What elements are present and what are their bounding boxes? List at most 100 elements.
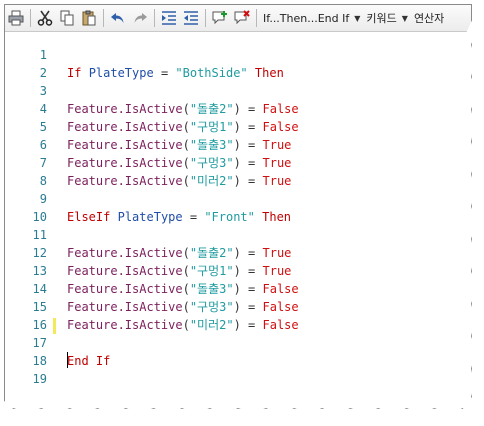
code-text: Feature.IsActive("구멍1") = True — [67, 262, 291, 280]
line-number: 10 — [32, 210, 47, 224]
code-token: ( — [182, 264, 190, 278]
line-number: 18 — [32, 354, 47, 368]
remove-comment-icon — [234, 10, 250, 25]
toolbar-separator — [103, 9, 104, 27]
cut-icon — [37, 10, 53, 26]
line-number: 8 — [39, 174, 47, 188]
code-line[interactable]: 17 — [5, 334, 471, 352]
code-token: ( — [182, 318, 190, 332]
snippet-dropdown-label: If...Then...End If — [263, 11, 350, 25]
code-token: False — [262, 318, 299, 332]
code-line[interactable]: 12 Feature.IsActive("돌출2") = True — [5, 244, 471, 262]
code-text: If PlateType = "BothSide" Then — [67, 64, 284, 82]
code-token: ) = — [233, 156, 263, 170]
print-button[interactable] — [5, 7, 27, 29]
code-line[interactable]: 2 If PlateType = "BothSide" Then — [5, 64, 471, 82]
line-number: 4 — [39, 102, 47, 116]
redo-button[interactable] — [129, 7, 151, 29]
print-icon — [8, 10, 24, 26]
code-text: Feature.IsActive("미러2") = False — [67, 316, 299, 334]
indent-button[interactable] — [158, 7, 180, 29]
rule-editor-window: If...Then...End If ▼ 키워드 ▼ 연산자 1 2 If Plat… — [4, 4, 472, 409]
line-number: 7 — [39, 156, 47, 170]
undo-icon — [111, 13, 124, 23]
code-token: End If — [67, 354, 111, 368]
code-editor[interactable]: 1 2 If PlateType = "BothSide" Then 3 4 Featur… — [5, 32, 471, 408]
line-number: 19 — [32, 372, 47, 386]
operator-dropdown-label: 연산자 — [413, 12, 445, 25]
code-token: PlateType — [117, 210, 183, 224]
code-token: ( — [182, 282, 190, 296]
redo-icon — [134, 13, 147, 23]
copy-button[interactable] — [56, 7, 78, 29]
code-text: Feature.IsActive("돌출2") = True — [67, 244, 291, 262]
code-token: "미러2" — [189, 174, 234, 188]
code-line[interactable]: 8 Feature.IsActive("미러2") = True — [5, 172, 471, 190]
line-number: 15 — [32, 300, 47, 314]
code-line[interactable]: 18 End If — [5, 352, 471, 370]
outdent-button[interactable] — [180, 7, 202, 29]
code-token: "미러2" — [189, 318, 234, 332]
code-token: ) = — [233, 246, 263, 260]
keyword-dropdown[interactable]: 키워드 ▼ — [363, 10, 411, 26]
code-text: Feature.IsActive("돌출2") = False — [67, 100, 299, 118]
code-token: PlateType — [88, 66, 154, 80]
code-line[interactable]: 13 Feature.IsActive("구멍1") = True — [5, 262, 471, 280]
code-token: Feature.IsActive — [67, 138, 183, 152]
add-comment-button[interactable] — [209, 7, 231, 29]
toolbar-separator — [154, 9, 155, 27]
code-token: Feature.IsActive — [67, 156, 183, 170]
code-token: ElseIf — [67, 210, 111, 224]
line-number: 2 — [39, 66, 47, 80]
code-token: Then — [262, 210, 292, 224]
code-token: "돌출2" — [189, 102, 234, 116]
code-token: "BothSide" — [175, 66, 248, 80]
add-comment-icon — [212, 11, 227, 25]
remove-comment-button[interactable] — [231, 7, 253, 29]
paste-button[interactable] — [78, 7, 100, 29]
code-text: Feature.IsActive("돌출3") = False — [67, 280, 299, 298]
code-token: False — [262, 300, 299, 314]
code-line[interactable]: 1 — [5, 46, 471, 64]
code-line[interactable]: 3 — [5, 82, 471, 100]
code-token: Feature.IsActive — [67, 318, 183, 332]
code-line[interactable]: 7 Feature.IsActive("구멍3") = True — [5, 154, 471, 172]
line-number: 1 — [39, 48, 47, 62]
code-line[interactable]: 16 Feature.IsActive("미러2") = False — [5, 316, 471, 334]
code-token: ( — [182, 174, 190, 188]
code-token: "돌출3" — [189, 282, 234, 296]
code-line[interactable]: 6 Feature.IsActive("돌출3") = True — [5, 136, 471, 154]
code-token: ) = — [233, 174, 263, 188]
code-line[interactable]: 10 ElseIf PlateType = "Front" Then — [5, 208, 471, 226]
code-token: = — [153, 66, 176, 80]
code-line[interactable]: 9 — [5, 190, 471, 208]
code-token: Feature.IsActive — [67, 282, 183, 296]
code-token: = — [182, 210, 205, 224]
code-line[interactable]: 11 — [5, 226, 471, 244]
code-token: ) = — [233, 264, 263, 278]
code-token: "Front" — [204, 210, 255, 224]
line-number: 17 — [32, 336, 47, 350]
code-line[interactable]: 4 Feature.IsActive("돌출2") = False — [5, 100, 471, 118]
cut-button[interactable] — [34, 7, 56, 29]
operator-dropdown[interactable]: 연산자 — [411, 10, 447, 26]
code-token: ( — [182, 156, 190, 170]
snippet-dropdown[interactable]: If...Then...End If ▼ — [260, 12, 363, 25]
code-token: Feature.IsActive — [67, 264, 183, 278]
keyword-dropdown-label: 키워드 — [366, 12, 397, 25]
undo-button[interactable] — [107, 7, 129, 29]
code-line[interactable]: 15 Feature.IsActive("구멍3") = False — [5, 298, 471, 316]
line-number: 5 — [39, 120, 47, 134]
line-number: 13 — [32, 264, 47, 278]
line-number: 3 — [39, 84, 47, 98]
code-token: False — [262, 102, 299, 116]
toolbar-separator — [30, 9, 31, 27]
code-token: Feature.IsActive — [67, 246, 183, 260]
code-line[interactable]: 19 — [5, 370, 471, 388]
code-token: True — [262, 138, 292, 152]
code-line[interactable]: 14 Feature.IsActive("돌출3") = False — [5, 280, 471, 298]
code-line[interactable]: 5 Feature.IsActive("구멍1") = False — [5, 118, 471, 136]
code-text: Feature.IsActive("구멍3") = True — [67, 154, 291, 172]
